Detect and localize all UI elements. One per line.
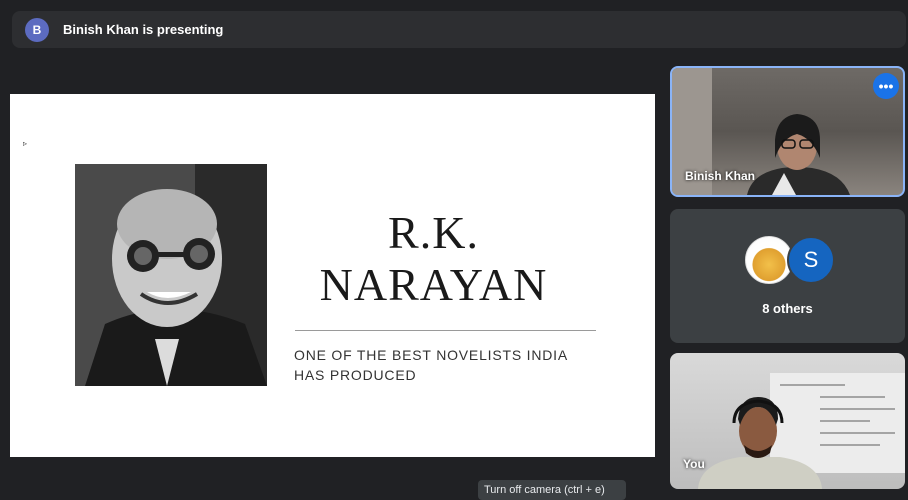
camera-tooltip: Turn off camera (ctrl + e) <box>478 480 626 500</box>
slide-title-line2: NARAYAN <box>319 259 548 310</box>
author-portrait <box>75 164 267 386</box>
slide-title-line1: R.K. <box>388 207 479 258</box>
presenter-video-tile[interactable]: ••• Binish Khan <box>670 66 905 197</box>
others-count-label: 8 others <box>762 301 813 316</box>
self-video-illustration <box>698 373 905 489</box>
self-video-tile[interactable]: You <box>670 353 905 489</box>
others-tile[interactable]: S 8 others <box>670 209 905 343</box>
participant-avatar-s: S <box>787 236 835 284</box>
institution-logo-avatar <box>745 236 793 284</box>
others-avatars: S <box>745 236 845 284</box>
slide-title: R.K. NARAYAN <box>280 207 587 311</box>
self-name-label: You <box>683 457 705 471</box>
slide-divider <box>295 330 596 331</box>
cursor-icon: ▹ <box>23 139 28 148</box>
slide-subtitle-line2: HAS PRODUCED <box>294 367 417 383</box>
portrait-illustration <box>75 164 267 386</box>
slide-subtitle: ONE OF THE BEST NOVELISTS INDIA HAS PROD… <box>294 345 604 385</box>
presenting-banner: B Binish Khan is presenting <box>12 11 906 48</box>
presenter-avatar: B <box>25 17 49 42</box>
more-options-icon[interactable]: ••• <box>873 73 899 99</box>
presenting-label: Binish Khan is presenting <box>63 22 224 37</box>
slide-subtitle-line1: ONE OF THE BEST NOVELISTS INDIA <box>294 347 569 363</box>
shared-screen-slide: ▹ R.K. NARAYAN ONE OF THE BEST NOVELISTS… <box>10 94 655 457</box>
presenter-name-label: Binish Khan <box>685 169 756 183</box>
